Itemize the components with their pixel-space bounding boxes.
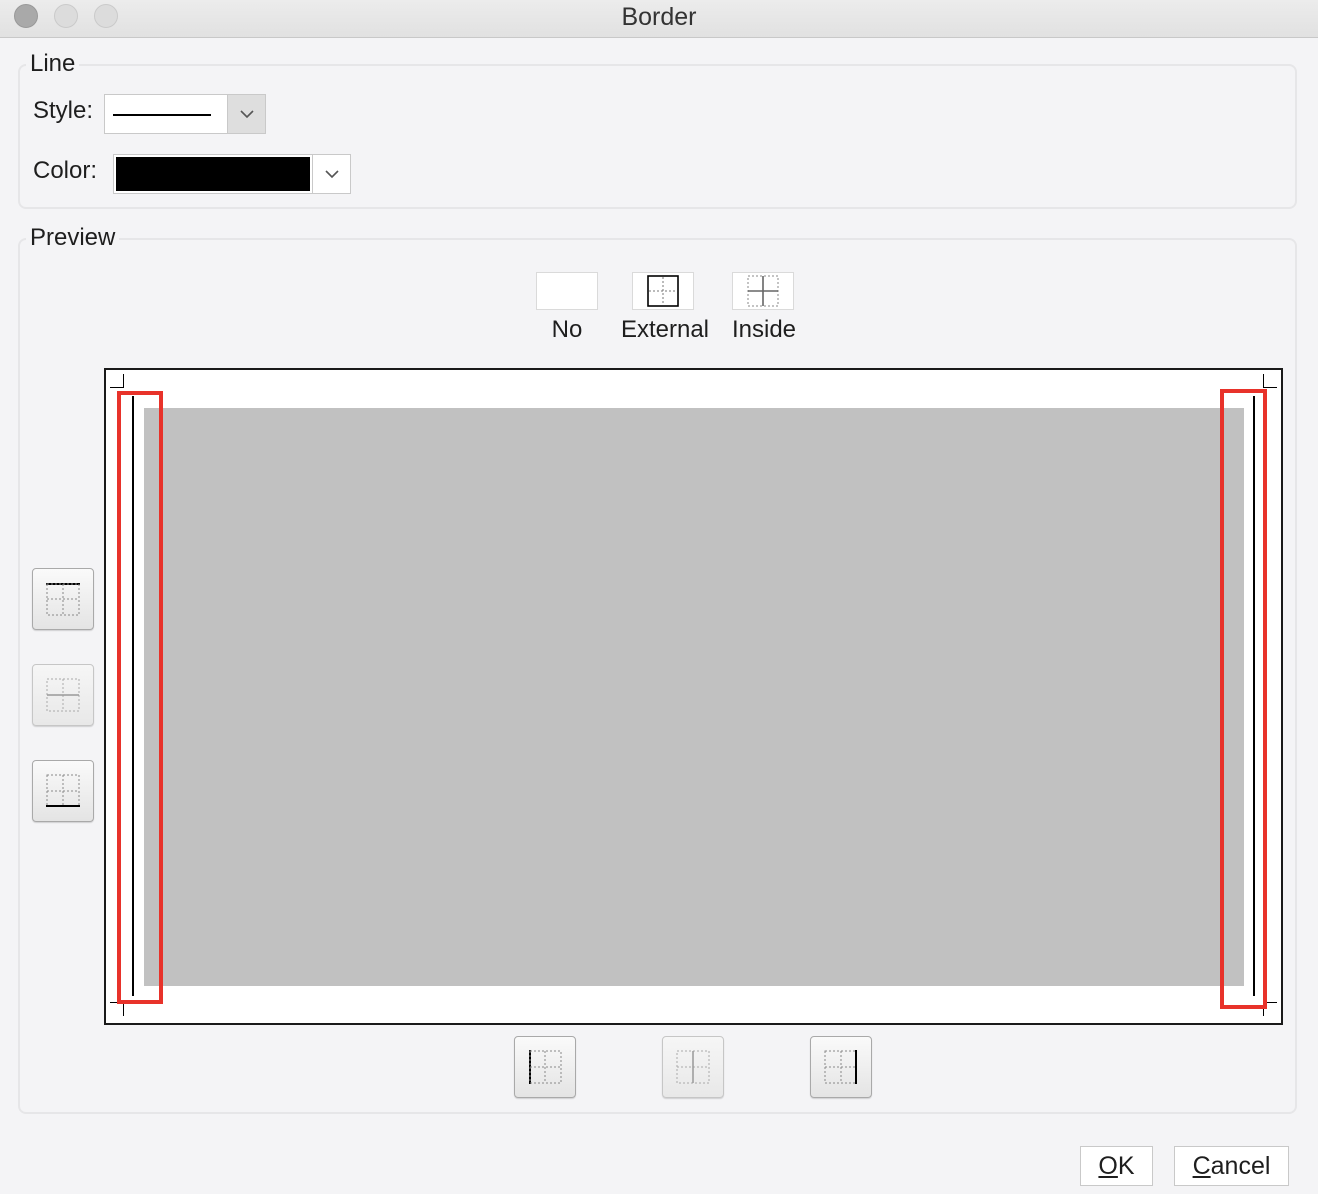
corner-mark [1263, 374, 1264, 388]
right-border-toggle[interactable] [810, 1036, 872, 1098]
chevron-down-icon[interactable] [312, 155, 350, 193]
preset-inside-label: Inside [731, 316, 797, 343]
chevron-down-icon[interactable] [227, 95, 265, 133]
left-border-icon [529, 1050, 562, 1084]
bottom-border-icon [46, 774, 80, 807]
ok-label-rest: K [1117, 1151, 1135, 1180]
window-title: Border [621, 3, 697, 31]
cancel-mnemonic: C [1192, 1151, 1211, 1180]
horizontal-inner-border-toggle[interactable] [32, 664, 94, 726]
corner-mark [1263, 387, 1277, 388]
line-color-combo[interactable] [113, 154, 351, 194]
ok-mnemonic: O [1098, 1151, 1118, 1180]
horizontal-inner-border-icon [46, 678, 80, 712]
preset-no-border-button[interactable] [536, 272, 598, 310]
style-label: Style: [33, 97, 94, 124]
cancel-label-rest: ancel [1210, 1151, 1271, 1180]
vertical-inner-border-toggle[interactable] [662, 1036, 724, 1098]
right-border-highlight [1220, 389, 1267, 1009]
bottom-border-toggle[interactable] [32, 760, 94, 822]
line-style-combo[interactable] [104, 94, 266, 134]
line-group-legend: Line [26, 50, 80, 78]
preset-external-label: External [620, 316, 710, 343]
left-border-highlight [117, 391, 163, 1004]
preview-cell-area [144, 408, 1244, 986]
external-border-icon [647, 275, 679, 307]
left-border-toggle[interactable] [514, 1036, 576, 1098]
corner-mark [123, 1002, 124, 1016]
vertical-inner-border-icon [676, 1050, 710, 1084]
preset-inside-border-button[interactable] [732, 272, 794, 310]
preset-external-border-button[interactable] [632, 272, 694, 310]
ok-button[interactable]: OK [1080, 1146, 1153, 1186]
color-label: Color: [33, 157, 98, 184]
corner-mark [123, 374, 124, 388]
preview-group-legend: Preview [26, 224, 120, 252]
top-border-icon [46, 583, 80, 616]
color-swatch [116, 157, 310, 191]
inside-border-icon [747, 275, 779, 307]
corner-mark [110, 387, 124, 388]
top-border-toggle[interactable] [32, 568, 94, 630]
cancel-button[interactable]: Cancel [1174, 1146, 1289, 1186]
preset-no-label: No [551, 316, 583, 343]
line-style-sample [113, 114, 211, 116]
right-border-icon [824, 1050, 857, 1084]
